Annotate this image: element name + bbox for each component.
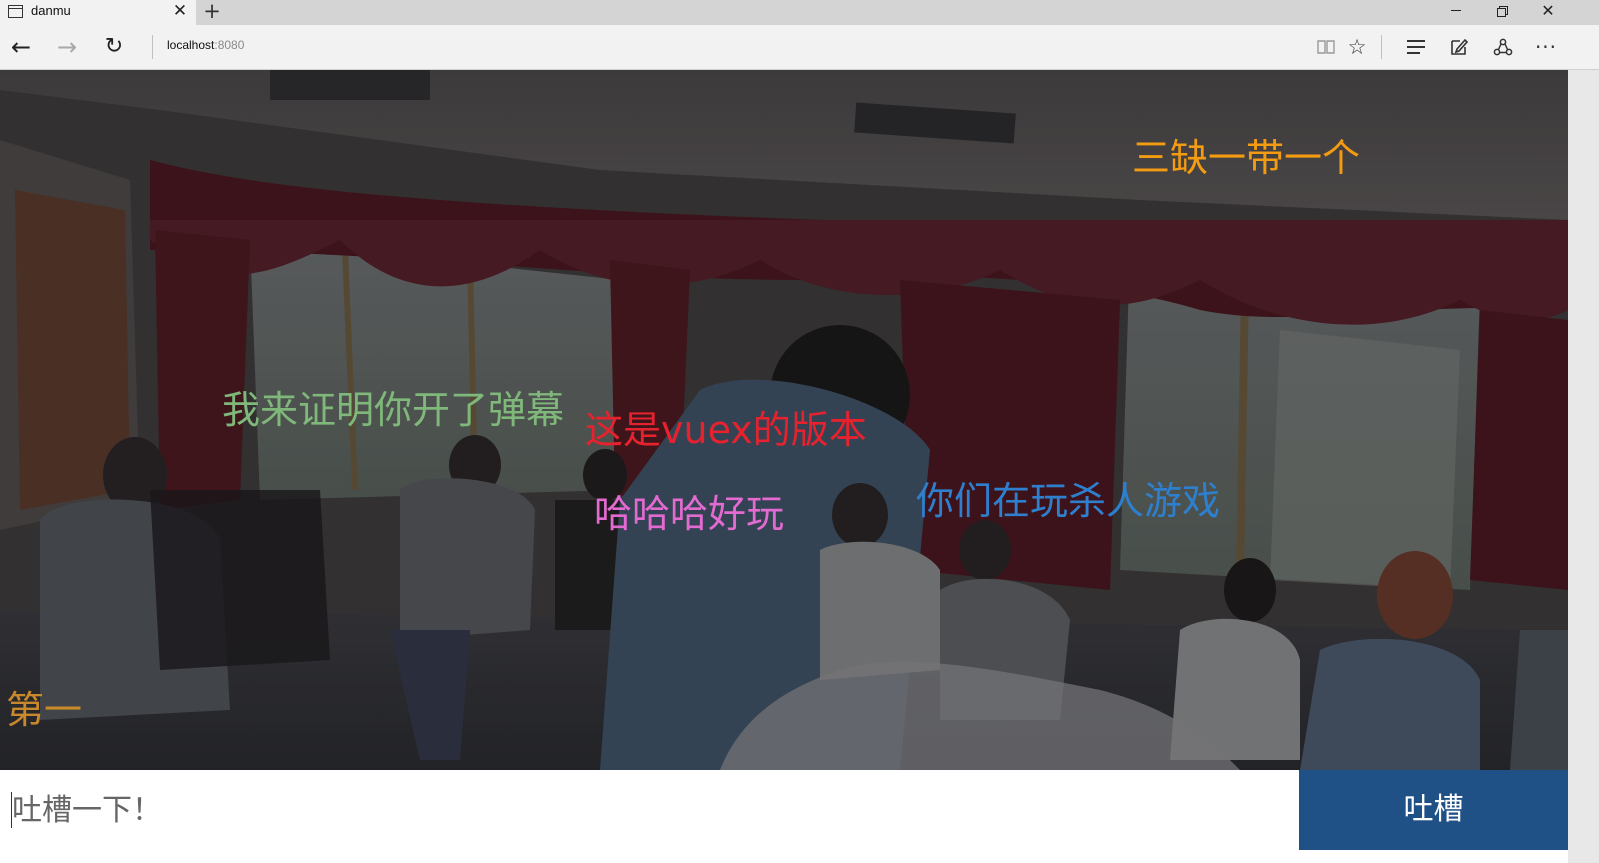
share-button[interactable] — [1485, 25, 1521, 69]
danmu-comment: 三缺一带一个 — [1132, 136, 1361, 180]
forward-arrow-icon: → — [56, 33, 78, 61]
browser-tab[interactable]: danmu ✕ — [0, 0, 196, 25]
refresh-button[interactable]: ↻ — [94, 25, 134, 69]
comment-bar: 吐槽 — [0, 770, 1568, 850]
share-icon — [1493, 38, 1513, 56]
restore-button[interactable] — [1479, 0, 1525, 25]
close-icon: ✕ — [1541, 1, 1555, 20]
scrollbar[interactable] — [1568, 70, 1599, 863]
hub-icon — [1407, 40, 1425, 54]
hub-button[interactable] — [1398, 25, 1434, 69]
divider — [152, 35, 153, 59]
tab-title: danmu — [31, 3, 71, 18]
window-close-button[interactable]: ✕ — [1525, 0, 1571, 25]
send-comment-button[interactable]: 吐槽 — [1299, 770, 1568, 850]
divider — [1381, 35, 1382, 59]
comment-input[interactable] — [0, 770, 1299, 850]
refresh-icon: ↻ — [104, 34, 124, 59]
page-icon — [8, 5, 23, 18]
favorite-button[interactable]: ☆ — [1339, 25, 1375, 69]
back-button[interactable]: ← — [1, 25, 41, 69]
text-caret — [11, 792, 12, 828]
forward-button[interactable]: → — [47, 25, 87, 69]
page-viewport: 三缺一带一个 我来证明你开了弹幕 这是vuex的版本 哈哈哈好玩 你们在玩杀人游… — [0, 70, 1568, 863]
reading-view-icon — [1317, 40, 1335, 54]
danmu-comment: 这是vuex的版本 — [585, 408, 867, 452]
more-icon: ··· — [1534, 35, 1558, 59]
minimize-button[interactable] — [1433, 0, 1479, 25]
danmu-comment: 哈哈哈好玩 — [594, 492, 785, 536]
address-host: localhost — [167, 38, 215, 52]
tab-close-icon[interactable]: ✕ — [171, 1, 189, 21]
danmu-comment: 你们在玩杀人游戏 — [916, 479, 1221, 523]
restore-icon — [1497, 5, 1508, 17]
more-button[interactable]: ··· — [1528, 25, 1564, 69]
web-note-button[interactable] — [1441, 25, 1477, 69]
address-port: :8080 — [214, 38, 245, 52]
title-bar: danmu ✕ + ✕ — [0, 0, 1599, 25]
danmu-comment: 我来证明你开了弹幕 — [222, 388, 565, 432]
address-bar[interactable]: localhost:8080 — [167, 38, 244, 52]
danmu-stage: 三缺一带一个 我来证明你开了弹幕 这是vuex的版本 哈哈哈好玩 你们在玩杀人游… — [0, 70, 1568, 770]
danmu-comment: 第一 — [6, 688, 83, 732]
navigation-bar: ← → ↻ localhost:8080 ☆ ··· — [0, 25, 1599, 70]
back-arrow-icon: ← — [10, 33, 32, 61]
star-icon: ☆ — [1347, 35, 1367, 59]
web-note-icon — [1451, 38, 1469, 55]
new-tab-icon[interactable]: + — [201, 0, 223, 24]
minimize-icon — [1451, 10, 1461, 11]
